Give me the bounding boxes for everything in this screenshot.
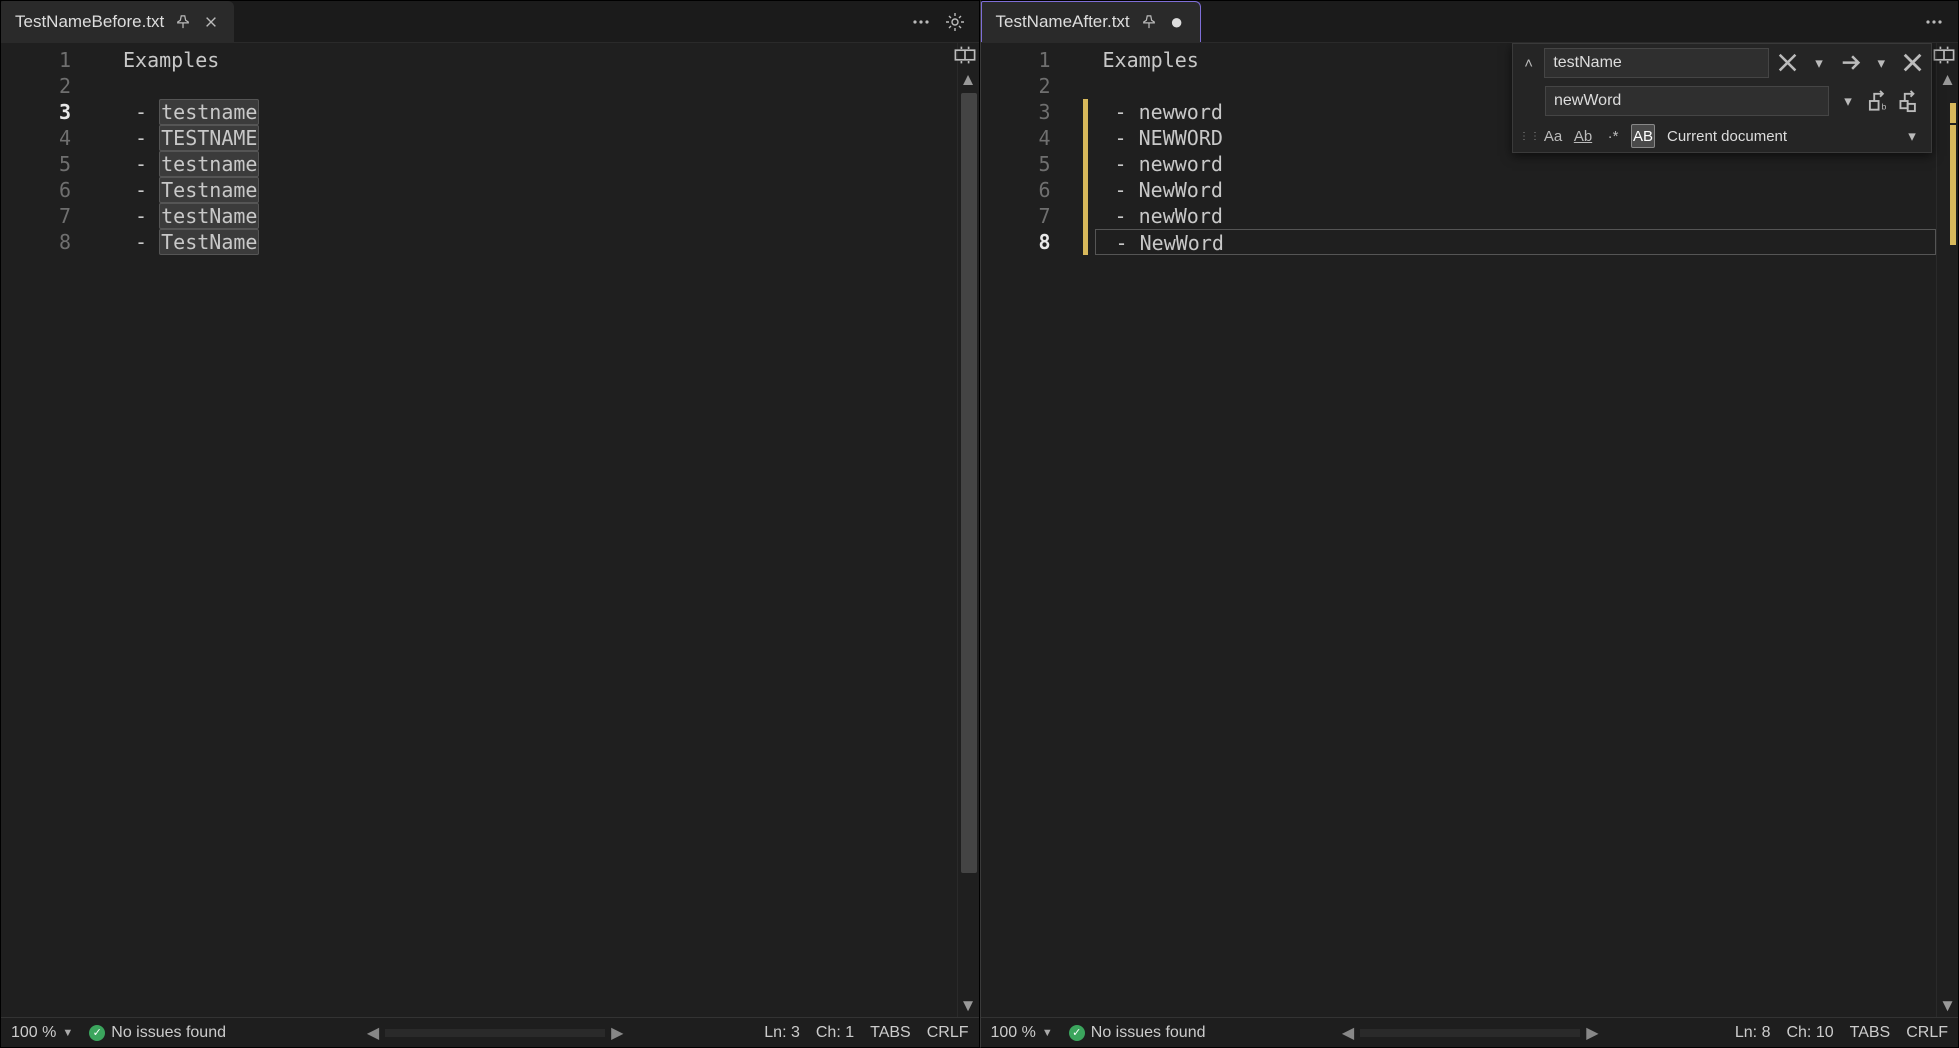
whole-word-toggle[interactable]: Ab xyxy=(1571,124,1595,148)
unsaved-dot-icon[interactable]: ● xyxy=(1168,13,1186,31)
code-content[interactable]: Examples - testname - TESTNAME - testnam… xyxy=(115,43,957,1017)
horizontal-scrollbar[interactable]: ◀▶ xyxy=(1342,1023,1599,1043)
code-line[interactable]: - testName xyxy=(115,203,957,229)
search-options-dropdown-icon[interactable]: ▾ xyxy=(1806,51,1831,75)
code-line[interactable]: - TestName xyxy=(115,229,957,255)
find-replace-panel: ˄ ▾ ▾ ▾ b xyxy=(1512,43,1932,153)
change-margin xyxy=(101,43,115,1017)
line-number: 7 xyxy=(981,203,1081,229)
pin-icon[interactable] xyxy=(174,13,192,31)
line-number: 6 xyxy=(981,177,1081,203)
line-number: 1 xyxy=(1,47,101,73)
preserve-case-toggle[interactable]: AB xyxy=(1631,124,1655,148)
line-number: 2 xyxy=(981,73,1081,99)
code-line[interactable]: - newword xyxy=(1095,151,1937,177)
code-line[interactable] xyxy=(115,73,957,99)
change-margin xyxy=(1081,43,1095,1017)
scroll-thumb[interactable] xyxy=(961,93,977,873)
more-icon[interactable] xyxy=(911,12,931,32)
pin-icon[interactable] xyxy=(1140,13,1158,31)
line-number-gutter: 12345678 xyxy=(981,43,1081,1017)
match-case-toggle[interactable]: Aa xyxy=(1541,124,1565,148)
code-line[interactable]: - NewWord xyxy=(1095,229,1937,255)
horizontal-scrollbar[interactable]: ◀▶ xyxy=(367,1023,624,1043)
find-next-dropdown-icon[interactable]: ▾ xyxy=(1869,51,1894,75)
code-line[interactable]: - testname xyxy=(115,151,957,177)
search-scope[interactable]: Current document xyxy=(1661,128,1893,145)
line-number: 3 xyxy=(981,99,1081,125)
code-line[interactable]: - Testname xyxy=(115,177,957,203)
code-line[interactable]: Examples xyxy=(115,47,957,73)
tab-bar: TestNameAfter.txt ● xyxy=(981,1,1959,43)
line-number: 2 xyxy=(1,73,101,99)
status-bar: 100 %▼ ✓No issues found ◀▶ Ln: 8 Ch: 10 … xyxy=(981,1017,1959,1047)
line-number: 6 xyxy=(1,177,101,203)
search-input[interactable] xyxy=(1544,48,1769,78)
line-number: 7 xyxy=(1,203,101,229)
overview-change-marker xyxy=(1950,125,1956,245)
tab-title: TestNameAfter.txt xyxy=(996,12,1130,32)
close-find-icon[interactable] xyxy=(1775,51,1800,75)
file-tab[interactable]: TestNameAfter.txt ● xyxy=(981,1,1201,42)
tab-title: TestNameBefore.txt xyxy=(15,12,164,32)
split-editor-icon[interactable] xyxy=(953,43,977,67)
code-line[interactable]: - newWord xyxy=(1095,203,1937,229)
issues-status[interactable]: ✓No issues found xyxy=(1069,1024,1206,1042)
vertical-scrollbar[interactable]: ▲ ▼ xyxy=(957,43,979,1017)
line-number: 5 xyxy=(1,151,101,177)
editor-area[interactable]: 12345678 Examples - testname - TESTNAME … xyxy=(1,43,979,1017)
modified-indicator xyxy=(1083,99,1088,255)
line-number: 4 xyxy=(1,125,101,151)
line-number: 1 xyxy=(981,47,1081,73)
cursor-line[interactable]: Ln: 8 xyxy=(1735,1024,1771,1042)
overview-change-marker xyxy=(1950,103,1956,123)
code-line[interactable]: - testname xyxy=(115,99,957,125)
more-icon[interactable] xyxy=(1924,12,1944,32)
line-number: 8 xyxy=(1,229,101,255)
scroll-up-icon[interactable]: ▲ xyxy=(1937,69,1958,91)
close-panel-icon[interactable] xyxy=(1900,51,1925,75)
tab-bar: TestNameBefore.txt xyxy=(1,1,979,43)
scope-dropdown-icon[interactable]: ▾ xyxy=(1899,124,1925,148)
issues-status[interactable]: ✓No issues found xyxy=(89,1024,226,1042)
zoom-level[interactable]: 100 %▼ xyxy=(991,1024,1053,1042)
status-bar: 100 %▼ ✓No issues found ◀▶ Ln: 3 Ch: 1 T… xyxy=(1,1017,979,1047)
replace-all-icon[interactable] xyxy=(1899,89,1925,113)
line-number: 5 xyxy=(981,151,1081,177)
replace-next-icon[interactable]: b xyxy=(1867,89,1893,113)
cursor-line[interactable]: Ln: 3 xyxy=(764,1024,800,1042)
code-content[interactable]: Examples - newword - NEWWORD - newword -… xyxy=(1095,43,1937,1017)
eol-mode[interactable]: CRLF xyxy=(927,1024,969,1042)
eol-mode[interactable]: CRLF xyxy=(1906,1024,1948,1042)
line-number: 4 xyxy=(981,125,1081,151)
split-editor-icon[interactable] xyxy=(1932,43,1956,67)
scroll-down-icon[interactable]: ▼ xyxy=(958,995,979,1017)
find-next-icon[interactable] xyxy=(1838,51,1863,75)
editor-pane-left: TestNameBefore.txt 12345678 Examples - t… xyxy=(0,0,980,1048)
gear-icon[interactable] xyxy=(945,12,965,32)
cursor-col[interactable]: Ch: 10 xyxy=(1786,1024,1833,1042)
line-number: 8 xyxy=(981,229,1081,255)
editor-pane-right: TestNameAfter.txt ● 12345678 Examples - … xyxy=(980,0,1959,1048)
file-tab[interactable]: TestNameBefore.txt xyxy=(1,1,234,42)
editor-area[interactable]: 12345678 Examples - newword - NEWWORD - … xyxy=(981,43,1959,1017)
replace-options-dropdown-icon[interactable]: ▾ xyxy=(1835,89,1861,113)
close-icon[interactable] xyxy=(202,13,220,31)
vertical-scrollbar[interactable]: ▲ ▼ xyxy=(1936,43,1958,1017)
cursor-col[interactable]: Ch: 1 xyxy=(816,1024,854,1042)
code-line[interactable]: - NewWord xyxy=(1095,177,1937,203)
indent-mode[interactable]: TABS xyxy=(870,1024,911,1042)
svg-text:b: b xyxy=(1881,102,1886,112)
collapse-icon[interactable]: ˄ xyxy=(1519,55,1538,72)
replace-input[interactable] xyxy=(1545,86,1829,116)
drag-handle-icon[interactable]: ⋮⋮ xyxy=(1519,131,1535,142)
regex-toggle[interactable]: ·* xyxy=(1601,124,1625,148)
scroll-up-icon[interactable]: ▲ xyxy=(958,69,979,91)
code-line[interactable]: - TESTNAME xyxy=(115,125,957,151)
line-number: 3 xyxy=(1,99,101,125)
zoom-level[interactable]: 100 %▼ xyxy=(11,1024,73,1042)
scroll-down-icon[interactable]: ▼ xyxy=(1937,995,1958,1017)
indent-mode[interactable]: TABS xyxy=(1850,1024,1891,1042)
line-number-gutter: 12345678 xyxy=(1,43,101,1017)
